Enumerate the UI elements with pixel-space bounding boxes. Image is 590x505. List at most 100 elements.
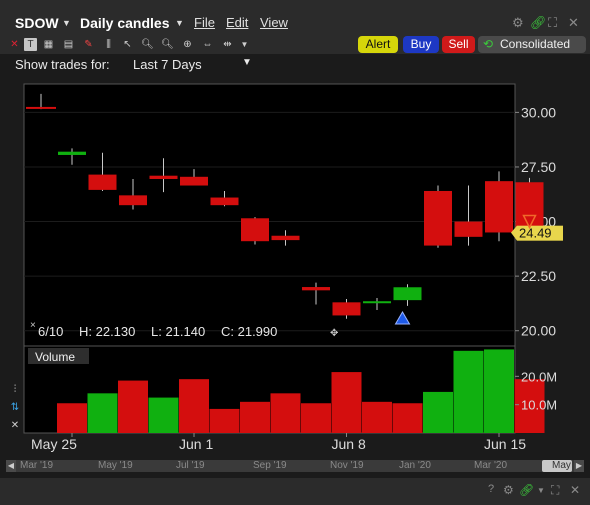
info-close-icon[interactable]: × xyxy=(30,320,36,331)
candle-body xyxy=(241,218,269,242)
sell-button[interactable]: Sell xyxy=(442,36,475,53)
volume-bar xyxy=(423,391,453,433)
trades-label: Show trades for: xyxy=(15,57,110,72)
pin-icon[interactable]: ⫶ xyxy=(9,384,21,395)
timeline-label: May '19 xyxy=(98,460,133,471)
chart-type-selector[interactable]: Daily candles xyxy=(80,15,170,31)
scroll-thumb-label: May xyxy=(552,460,571,471)
last-price-value: 24.49 xyxy=(519,226,552,241)
help-icon[interactable]: ? xyxy=(488,483,494,495)
alert-button[interactable]: Alert xyxy=(358,36,398,53)
close-icon[interactable]: ✕ xyxy=(568,15,579,31)
scroll-left-icon[interactable]: ◀ xyxy=(6,460,16,472)
trades-dropdown-icon[interactable]: ▼ xyxy=(242,57,252,68)
remove-panel-icon[interactable]: ✕ xyxy=(9,420,21,431)
chart-window: SDOW ▼ Daily candles ▼ File Edit View ⚙ … xyxy=(0,0,590,505)
trades-period-select[interactable]: Last 7 Days xyxy=(133,57,202,72)
date-tick-label: May 25 xyxy=(31,436,77,452)
volume-label: Volume xyxy=(35,350,75,364)
volume-bar xyxy=(392,403,423,433)
buy-button[interactable]: Buy xyxy=(403,36,439,53)
volume-bar xyxy=(57,403,87,433)
gear-icon[interactable]: ⚙ xyxy=(503,483,514,497)
symbol-selector[interactable]: SDOW xyxy=(15,15,59,31)
volume-bar xyxy=(484,349,514,433)
candle-body xyxy=(302,287,330,291)
volume-bar xyxy=(453,350,484,433)
price-tick-label: 30.00 xyxy=(521,104,556,120)
volume-bar xyxy=(118,380,148,433)
timeline-label: Jan '20 xyxy=(399,460,431,471)
candle-body xyxy=(363,301,391,304)
candle-body xyxy=(485,181,513,233)
volume-bar xyxy=(148,397,179,433)
close-icon[interactable]: ✕ xyxy=(570,483,580,497)
zoom-out-icon[interactable]: 🔍︎ xyxy=(161,38,174,51)
date-tick-label: Jun 15 xyxy=(484,436,526,452)
volume-bar xyxy=(240,401,270,433)
expand-icon[interactable]: ⛶ xyxy=(551,483,559,498)
volume-bar xyxy=(179,379,209,433)
price-tick-label: 22.50 xyxy=(521,268,556,284)
candle-body xyxy=(332,302,361,316)
candle-body xyxy=(119,195,147,206)
timeline-scrollbar[interactable]: ◀ Mar '19 May '19 Jul '19 Sep '19 Nov '1… xyxy=(6,459,584,473)
symbol-dropdown-icon[interactable]: ▼ xyxy=(62,18,71,28)
info-date: 6/10 xyxy=(38,324,63,339)
volume-bar xyxy=(87,393,118,433)
bottom-bar: ? ⚙ 🔗︎ ▼ ⛶ ✕ xyxy=(0,478,590,505)
volume-bar xyxy=(270,393,301,433)
draw-line-icon[interactable]: ✎ xyxy=(82,38,95,51)
menu-view[interactable]: View xyxy=(260,15,288,30)
candle-body xyxy=(210,197,239,206)
link-icon[interactable]: 🔗︎ xyxy=(519,483,534,497)
zoom-chart-icon[interactable]: ▤ xyxy=(62,38,75,51)
candle-body xyxy=(88,174,117,190)
move-icon[interactable]: ✥ xyxy=(330,328,338,339)
info-high: H: 22.130 xyxy=(79,324,135,339)
timeline-label: Jul '19 xyxy=(176,460,205,471)
candle-body xyxy=(180,176,208,186)
info-low: L: 21.140 xyxy=(151,324,205,339)
toolbar: ✕ T ▦ ▤ ✎ ⫼ ↖ 🔍︎ 🔍︎ ⊕ ⇔ ⇹ ▼ Alert Buy Se… xyxy=(0,36,590,54)
candle-body xyxy=(58,151,86,155)
gear-icon[interactable]: ⚙ xyxy=(512,15,524,31)
volume-tick-label: 20.0M xyxy=(521,369,557,384)
zoom-in-icon[interactable]: 🔍︎ xyxy=(141,38,154,51)
text-tool-icon[interactable]: T xyxy=(24,38,37,51)
info-close: C: 21.990 xyxy=(221,324,277,339)
move-panel-icon[interactable]: ⇅ xyxy=(9,402,21,413)
candle-body xyxy=(271,235,300,241)
scroll-right-icon[interactable]: ▶ xyxy=(574,460,584,472)
price-chart[interactable]: 30.0027.5025.0022.5020.00 20.0M10.0M May… xyxy=(0,74,590,459)
timeline-label: Mar '20 xyxy=(474,460,508,471)
link-icon[interactable]: 🔗︎ xyxy=(530,15,547,31)
scroll-horizontal-icon[interactable]: ⇔ xyxy=(201,38,214,51)
menu-edit[interactable]: Edit xyxy=(226,15,248,30)
volume-bar xyxy=(209,408,240,433)
candle-body xyxy=(149,175,178,179)
refresh-icon: ⟲ xyxy=(483,37,494,51)
bars-icon[interactable]: ⫼ xyxy=(102,38,115,51)
trades-filter-row: Show trades for: Last 7 Days ▼ xyxy=(0,54,590,74)
expand-icon[interactable]: ⛶ xyxy=(548,15,557,31)
menu-file[interactable]: File xyxy=(194,15,215,30)
price-tick-label: 27.50 xyxy=(521,159,556,175)
timeline-label: Nov '19 xyxy=(330,460,364,471)
date-tick-label: Jun 1 xyxy=(179,436,213,452)
toolbar-dropdown-icon[interactable]: ▼ xyxy=(238,38,251,51)
price-tick-label: 20.00 xyxy=(521,323,556,339)
candle-body xyxy=(393,287,422,301)
volume-bar xyxy=(331,372,362,433)
timeline-label: Mar '19 xyxy=(20,460,54,471)
chart-settings-icon[interactable]: ▦ xyxy=(42,38,55,51)
crosshair-icon[interactable]: ⊕ xyxy=(181,38,194,51)
chart-type-dropdown-icon[interactable]: ▼ xyxy=(175,18,184,28)
candle-body xyxy=(26,106,56,109)
fit-icon[interactable]: ⇹ xyxy=(221,38,234,51)
pointer-icon[interactable]: ↖ xyxy=(121,38,134,51)
close-chart-icon[interactable]: ✕ xyxy=(8,38,21,51)
date-tick-label: Jun 8 xyxy=(332,436,366,452)
bottom-dropdown-icon[interactable]: ▼ xyxy=(537,486,545,495)
title-bar: SDOW ▼ Daily candles ▼ File Edit View ⚙ … xyxy=(0,0,590,36)
